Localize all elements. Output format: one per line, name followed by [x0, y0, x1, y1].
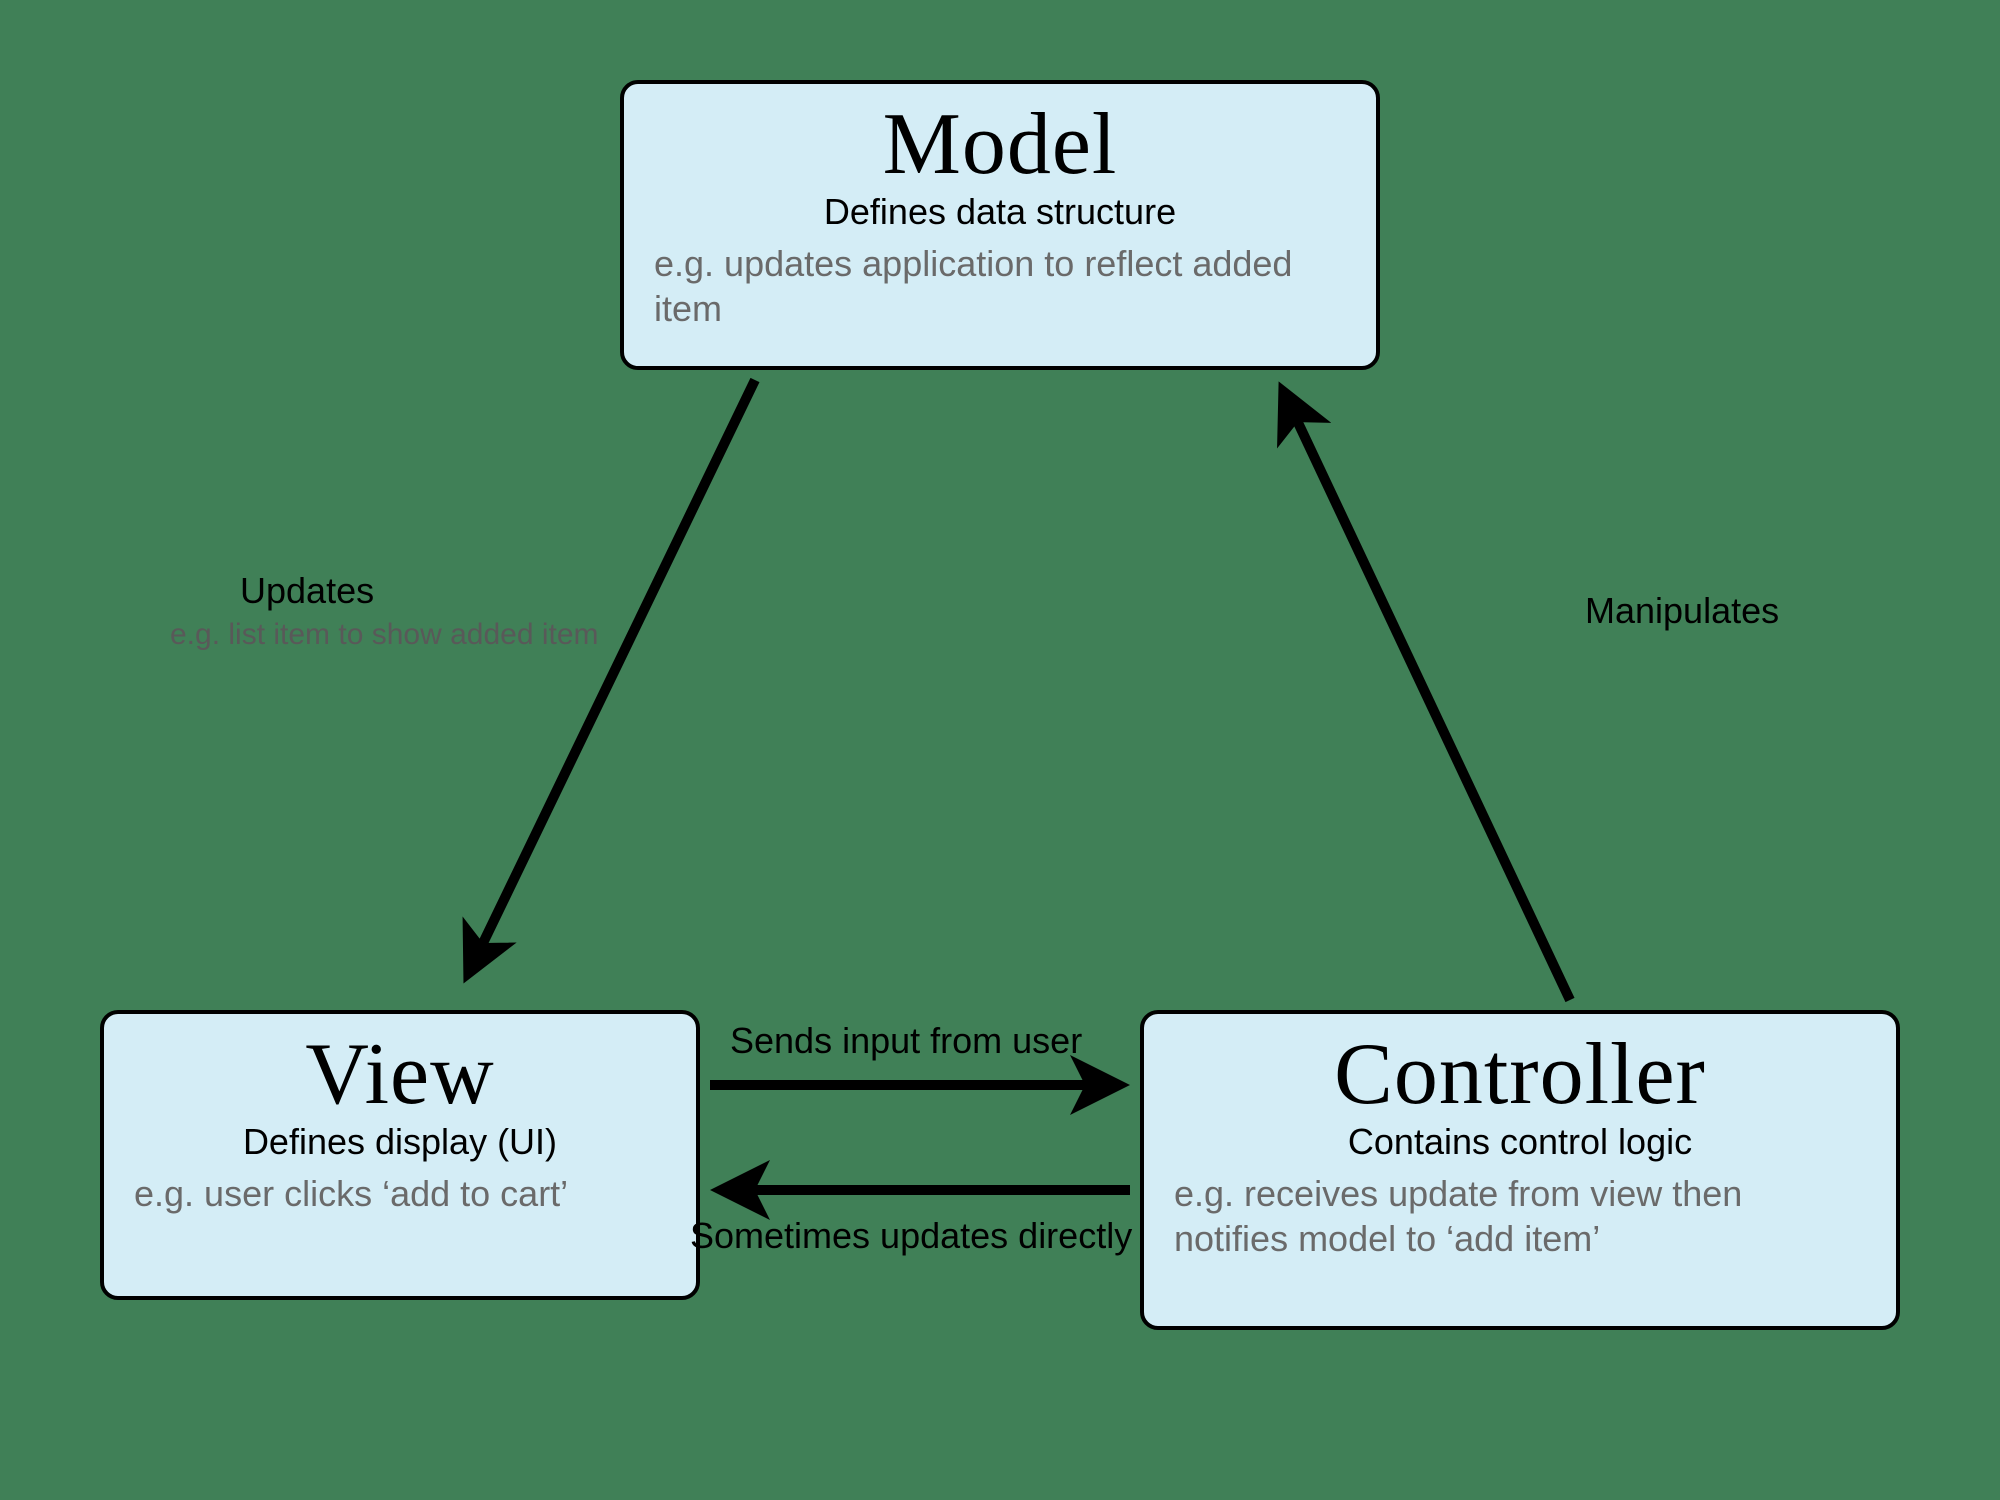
controller-example: e.g. receives update from view then noti…: [1144, 1171, 1896, 1281]
label-manipulates: Manipulates: [1585, 590, 1779, 632]
view-example: e.g. user clicks ‘add to cart’: [104, 1171, 696, 1236]
node-view: View Defines display (UI) e.g. user clic…: [100, 1010, 700, 1300]
label-updates-sub: e.g. list item to show added item: [170, 618, 599, 652]
model-example: e.g. updates application to reflect adde…: [624, 241, 1376, 351]
node-model: Model Defines data structure e.g. update…: [620, 80, 1380, 370]
view-subtitle: Defines display (UI): [104, 1121, 696, 1163]
label-sometimes-updates: Sometimes updates directly: [690, 1215, 1132, 1257]
label-sends-input: Sends input from user: [730, 1020, 1082, 1062]
model-title: Model: [624, 94, 1376, 195]
controller-title: Controller: [1144, 1024, 1896, 1125]
node-controller: Controller Contains control logic e.g. r…: [1140, 1010, 1900, 1330]
controller-subtitle: Contains control logic: [1144, 1121, 1896, 1163]
label-updates: Updates: [240, 570, 374, 612]
view-title: View: [104, 1024, 696, 1125]
model-subtitle: Defines data structure: [624, 191, 1376, 233]
arrow-model-to-view: [470, 380, 755, 970]
arrow-controller-to-model: [1285, 395, 1570, 1000]
